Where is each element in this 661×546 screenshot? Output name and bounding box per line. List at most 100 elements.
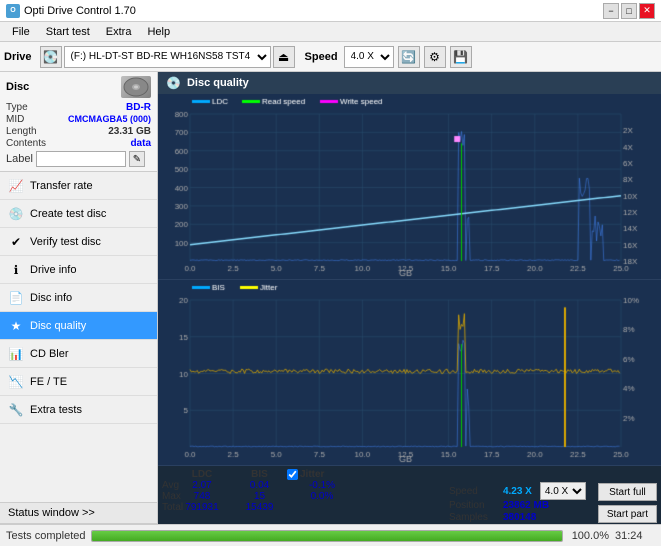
stats-total-row: Total 791931 15439 [162, 502, 445, 513]
bis-canvas [158, 280, 661, 465]
position-value: 23862 MB [503, 500, 549, 511]
settings-button[interactable]: ⚙ [424, 46, 446, 68]
create-test-disc-icon: 💿 [8, 206, 24, 222]
sidebar-item-disc-quality[interactable]: ★ Disc quality [0, 312, 157, 340]
disc-info-icon: 📄 [8, 290, 24, 306]
disc-icon [121, 76, 151, 98]
drive-label: Drive [4, 51, 32, 63]
extra-tests-icon: 🔧 [8, 402, 24, 418]
minimize-button[interactable]: − [603, 3, 619, 19]
eject-button[interactable]: ⏏ [273, 46, 295, 68]
position-row: Position 23862 MB [449, 500, 586, 511]
disc-mid-label: MID [6, 114, 24, 125]
avg-jitter: -0.1% [287, 480, 357, 491]
sidebar-item-extra-tests[interactable]: 🔧 Extra tests [0, 396, 157, 424]
speed-select[interactable]: 4.0 X [344, 46, 394, 68]
start-full-button[interactable]: Start full [598, 483, 657, 501]
disc-contents-label: Contents [6, 138, 46, 149]
content-title: Disc quality [187, 77, 249, 89]
bis-header: BIS [232, 469, 287, 480]
samples-label: Samples [449, 512, 499, 523]
sidebar-item-label-transfer-rate: Transfer rate [30, 180, 93, 192]
sidebar-item-label-create-test-disc: Create test disc [30, 208, 106, 220]
refresh-button[interactable]: 🔄 [398, 46, 420, 68]
content-area: 💿 Disc quality LDC BIS Ji [158, 72, 661, 524]
disc-header: Disc [6, 76, 151, 98]
time-text: 31:24 [615, 530, 655, 542]
sidebar-item-create-test-disc[interactable]: 💿 Create test disc [0, 200, 157, 228]
total-ldc: 791931 [172, 502, 232, 513]
sidebar-item-label-verify-test-disc: Verify test disc [30, 236, 101, 248]
fe-te-icon: 📉 [8, 374, 24, 390]
disc-panel: Disc Type BD-R MID CMCMAGBA5 (000) Leng [0, 72, 157, 172]
disc-length-value: 23.31 GB [108, 126, 151, 137]
disc-quality-header-icon: 💿 [166, 76, 181, 90]
disc-type-value: BD-R [126, 102, 151, 113]
jitter-checkbox[interactable] [287, 469, 298, 480]
start-part-button[interactable]: Start part [598, 505, 657, 523]
sidebar-item-disc-info[interactable]: 📄 Disc info [0, 284, 157, 312]
stats-avg-row: Avg 2.07 0.04 -0.1% [162, 480, 445, 491]
disc-mid-value: CMCMAGBA5 (000) [68, 114, 151, 125]
drive-info-icon: ℹ [8, 262, 24, 278]
sidebar-item-label-disc-info: Disc info [30, 292, 72, 304]
stats-header-row: LDC BIS Jitter [162, 469, 445, 480]
progress-text: 100.0% [569, 530, 609, 542]
stats-area: LDC BIS Jitter Avg 2.07 0.04 -0.1% Max 7… [158, 466, 661, 524]
disc-label-label: Label [6, 153, 33, 165]
speed-value: 4.23 X [503, 486, 532, 497]
menu-bar: File Start test Extra Help [0, 22, 661, 42]
toolbar: Drive 💽 (F:) HL-DT-ST BD-RE WH16NS58 TST… [0, 42, 661, 72]
disc-contents-row: Contents data [6, 138, 151, 149]
max-bis: 15 [232, 491, 287, 502]
sidebar-item-label-cd-bler: CD Bler [30, 348, 69, 360]
progress-bar-fill [92, 531, 562, 541]
ldc-canvas [158, 94, 661, 279]
stats-table: LDC BIS Jitter Avg 2.07 0.04 -0.1% Max 7… [162, 467, 445, 523]
sidebar-item-label-disc-quality: Disc quality [30, 320, 86, 332]
total-label: Total [162, 502, 172, 513]
maximize-button[interactable]: □ [621, 3, 637, 19]
sidebar-item-label-extra-tests: Extra tests [30, 404, 82, 416]
jitter-header: Jitter [300, 469, 324, 480]
ldc-chart [158, 94, 661, 280]
disc-quality-icon: ★ [8, 318, 24, 334]
total-bis: 15439 [232, 502, 287, 513]
drive-select[interactable]: (F:) HL-DT-ST BD-RE WH16NS58 TST4 [64, 46, 271, 68]
samples-row: Samples 380148 [449, 512, 586, 523]
speed-label-stat: Speed [449, 486, 499, 497]
speed-label: Speed [305, 51, 338, 63]
close-button[interactable]: ✕ [639, 3, 655, 19]
title-bar-left: O Opti Drive Control 1.70 [6, 4, 136, 18]
progress-bar [91, 530, 563, 542]
disc-type-label: Type [6, 102, 28, 113]
position-info: Speed 4.23 X 4.0 X Position 23862 MB Sam… [449, 467, 586, 523]
disc-label-row: Label ✎ [6, 151, 151, 167]
sidebar: Disc Type BD-R MID CMCMAGBA5 (000) Leng [0, 72, 158, 524]
disc-type-row: Type BD-R [6, 102, 151, 113]
menu-extra[interactable]: Extra [98, 24, 140, 40]
nav-items: 📈 Transfer rate 💿 Create test disc ✔ Ver… [0, 172, 157, 502]
menu-start-test[interactable]: Start test [38, 24, 98, 40]
sidebar-item-transfer-rate[interactable]: 📈 Transfer rate [0, 172, 157, 200]
disc-label-button[interactable]: ✎ [129, 151, 145, 167]
sidebar-item-verify-test-disc[interactable]: ✔ Verify test disc [0, 228, 157, 256]
speed-row: Speed 4.23 X 4.0 X [449, 483, 586, 499]
speed-stat-select[interactable]: 4.0 X [540, 482, 586, 500]
save-button[interactable]: 💾 [450, 46, 472, 68]
avg-bis: 0.04 [232, 480, 287, 491]
drive-icon: 💽 [40, 46, 62, 68]
status-window-button[interactable]: Status window >> [0, 502, 157, 524]
disc-label-input[interactable] [36, 151, 126, 167]
title-bar-controls: − □ ✕ [603, 3, 655, 19]
menu-file[interactable]: File [4, 24, 38, 40]
sidebar-item-fe-te[interactable]: 📉 FE / TE [0, 368, 157, 396]
app-title: Opti Drive Control 1.70 [24, 5, 136, 17]
sidebar-item-drive-info[interactable]: ℹ Drive info [0, 256, 157, 284]
menu-help[interactable]: Help [139, 24, 178, 40]
ldc-header: LDC [172, 469, 232, 480]
sidebar-item-cd-bler[interactable]: 📊 CD Bler [0, 340, 157, 368]
bis-chart [158, 280, 661, 466]
app-icon: O [6, 4, 20, 18]
avg-ldc: 2.07 [172, 480, 232, 491]
